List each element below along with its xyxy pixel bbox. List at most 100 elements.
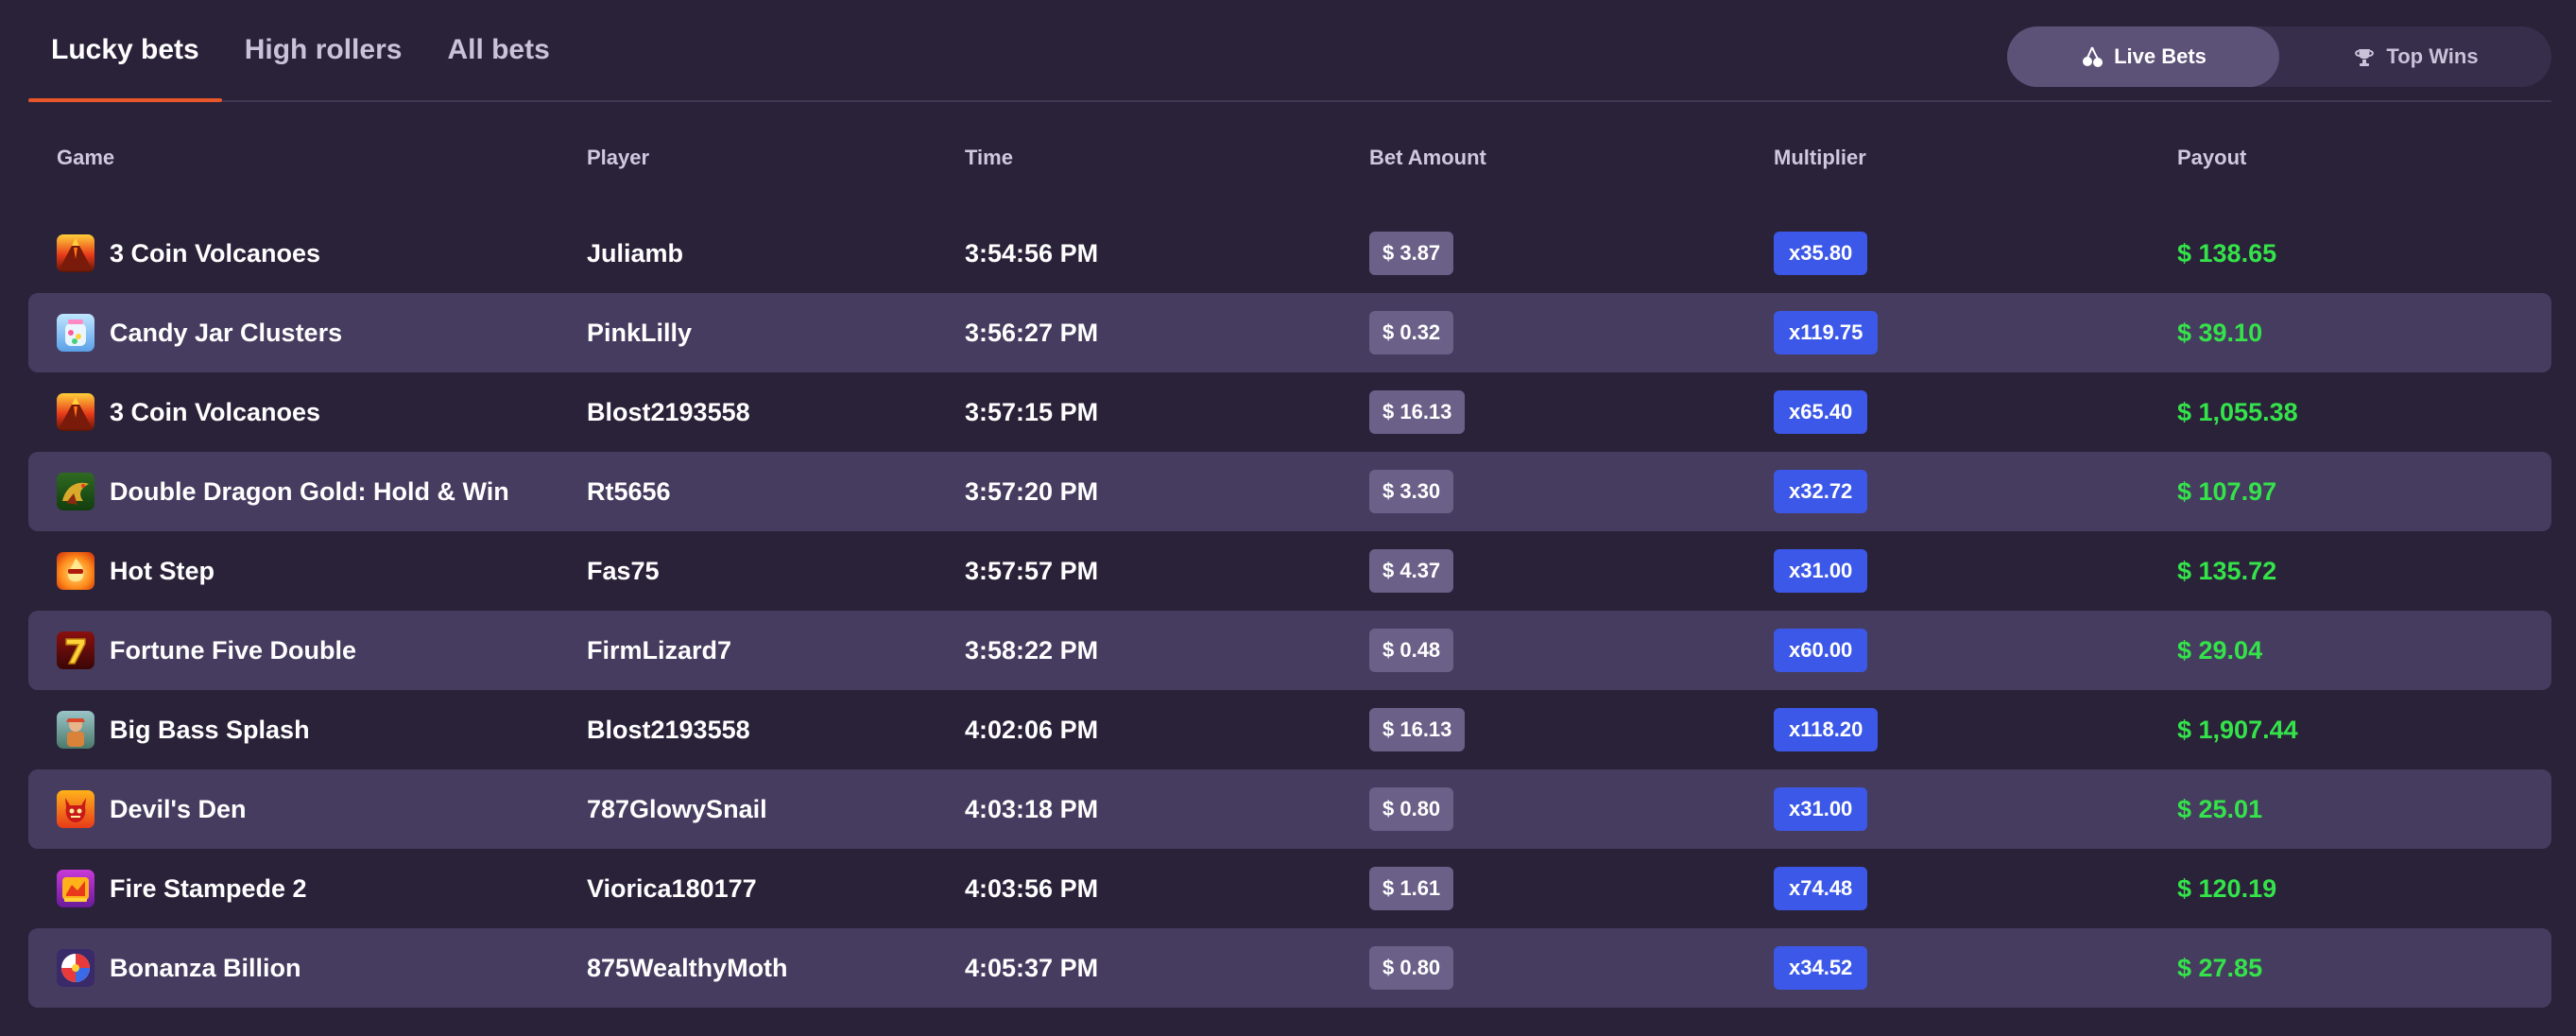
fisherman-icon [57,711,94,749]
table-row[interactable]: Bonanza Billion 875WealthyMoth 4:05:37 P… [28,928,2551,1008]
payout-value: $ 1,055.38 [2177,397,2298,426]
bet-time: 4:02:06 PM [965,715,1099,744]
bet-time: 3:54:56 PM [965,238,1099,268]
seven-icon [57,631,94,669]
bet-time: 4:05:37 PM [965,953,1099,982]
game-name: 3 Coin Volcanoes [110,238,321,268]
table-row[interactable]: Big Bass Splash Blost2193558 4:02:06 PM … [28,690,2551,769]
bet-amount-cell: $ 0.48 [1369,611,1454,690]
table-row[interactable]: Double Dragon Gold: Hold & Win Rt5656 3:… [28,452,2551,531]
live-bets-button[interactable]: Live Bets [2007,26,2279,87]
candy-jar-icon [57,314,94,352]
multiplier-cell: x119.75 [1774,293,1879,372]
payout-value: $ 27.85 [2177,953,2263,982]
top-wins-label: Top Wins [2386,44,2479,68]
bet-amount-badge: $ 16.13 [1369,708,1466,751]
game-cell[interactable]: Fire Stampede 2 [57,849,307,928]
table-row[interactable]: Devil's Den 787GlowySnail 4:03:18 PM $ 0… [28,769,2551,849]
player-name: Rt5656 [587,476,671,506]
multiplier-cell: x31.00 [1774,769,1868,849]
tab-lucky-bets[interactable]: Lucky bets [28,0,222,102]
game-cell[interactable]: Candy Jar Clusters [57,293,342,372]
bet-time: 3:57:20 PM [965,476,1099,506]
table-row[interactable]: Fortune Five Double FirmLizard7 3:58:22 … [28,611,2551,690]
player-name: Blost2193558 [587,397,750,426]
game-cell[interactable]: Hot Step [57,531,215,611]
table-row[interactable]: Hot Step Fas75 3:57:57 PM $ 4.37 x31.00 … [28,531,2551,611]
bet-amount-badge: $ 0.80 [1369,946,1454,990]
bet-tabs: Lucky bets High rollers All bets [28,0,573,102]
table-row[interactable]: Candy Jar Clusters PinkLilly 3:56:27 PM … [28,293,2551,372]
lollipop-icon [57,949,94,987]
stampede-icon [57,870,94,907]
table-row[interactable]: Fire Stampede 2 Viorica180177 4:03:56 PM… [28,849,2551,928]
bets-header: Lucky bets High rollers All bets Live Be… [28,0,2551,102]
player-name: 875WealthyMoth [587,953,788,982]
multiplier-badge: x118.20 [1774,708,1879,751]
multiplier-badge: x31.00 [1774,787,1868,831]
multiplier-badge: x31.00 [1774,549,1868,593]
multiplier-badge: x65.40 [1774,390,1868,434]
cherries-icon [2083,46,2104,67]
multiplier-cell: x65.40 [1774,372,1868,452]
game-cell[interactable]: Fortune Five Double [57,611,356,690]
header-payout: Payout [2177,146,2247,169]
game-cell[interactable]: Big Bass Splash [57,690,310,769]
multiplier-badge: x60.00 [1774,629,1868,672]
bet-time: 3:57:57 PM [965,556,1099,585]
live-bets-label: Live Bets [2114,44,2207,68]
tab-high-rollers[interactable]: High rollers [222,0,425,100]
game-cell[interactable]: Devil's Den [57,769,246,849]
game-name: Double Dragon Gold: Hold & Win [110,476,509,506]
player-name: 787GlowySnail [587,794,767,823]
player-name: Fas75 [587,556,660,585]
game-name: Hot Step [110,556,215,585]
game-cell[interactable]: Bonanza Billion [57,928,301,1008]
bet-amount-cell: $ 0.32 [1369,293,1454,372]
bet-amount-cell: $ 1.61 [1369,849,1454,928]
bets-table-body: 3 Coin Volcanoes Juliamb 3:54:56 PM $ 3.… [28,214,2551,1008]
top-wins-button[interactable]: Top Wins [2279,26,2551,87]
bet-amount-cell: $ 0.80 [1369,769,1454,849]
bets-panel: Lucky bets High rollers All bets Live Be… [28,0,2551,1036]
multiplier-badge: x119.75 [1774,311,1879,354]
header-multiplier: Multiplier [1774,146,1866,169]
game-name: Fire Stampede 2 [110,873,307,903]
payout-value: $ 25.01 [2177,794,2263,823]
game-cell[interactable]: Double Dragon Gold: Hold & Win [57,452,509,531]
bet-time: 3:56:27 PM [965,318,1099,347]
game-name: Devil's Den [110,794,247,823]
game-cell[interactable]: 3 Coin Volcanoes [57,214,320,293]
bet-amount-badge: $ 16.13 [1369,390,1466,434]
bets-view-toggle: Live Bets Top Wins [2007,26,2551,87]
bet-amount-badge: $ 0.80 [1369,787,1454,831]
game-name: Candy Jar Clusters [110,318,343,347]
bet-amount-badge: $ 4.37 [1369,549,1454,593]
payout-value: $ 138.65 [2177,238,2277,268]
devil-icon [57,790,94,828]
table-row[interactable]: 3 Coin Volcanoes Juliamb 3:54:56 PM $ 3.… [28,214,2551,293]
trophy-icon [2355,49,2375,66]
bet-amount-cell: $ 3.30 [1369,452,1454,531]
multiplier-cell: x74.48 [1774,849,1868,928]
table-header: Game Player Time Bet Amount Multiplier P… [28,102,2551,214]
fire-icon [57,552,94,590]
game-name: 3 Coin Volcanoes [110,397,321,426]
volcano-icon [57,234,94,272]
bet-amount-cell: $ 16.13 [1369,690,1466,769]
game-cell[interactable]: 3 Coin Volcanoes [57,372,320,452]
payout-value: $ 1,907.44 [2177,715,2298,744]
bet-amount-cell: $ 4.37 [1369,531,1454,611]
header-player: Player [587,146,650,169]
bet-time: 4:03:56 PM [965,873,1099,903]
multiplier-badge: x74.48 [1774,867,1868,910]
bet-amount-cell: $ 3.87 [1369,214,1454,293]
payout-value: $ 107.97 [2177,476,2277,506]
header-time: Time [965,146,1013,169]
multiplier-cell: x31.00 [1774,531,1868,611]
table-row[interactable]: 3 Coin Volcanoes Blost2193558 3:57:15 PM… [28,372,2551,452]
player-name: Juliamb [587,238,684,268]
tab-all-bets[interactable]: All bets [424,0,572,100]
multiplier-cell: x60.00 [1774,611,1868,690]
player-name: FirmLizard7 [587,635,732,665]
